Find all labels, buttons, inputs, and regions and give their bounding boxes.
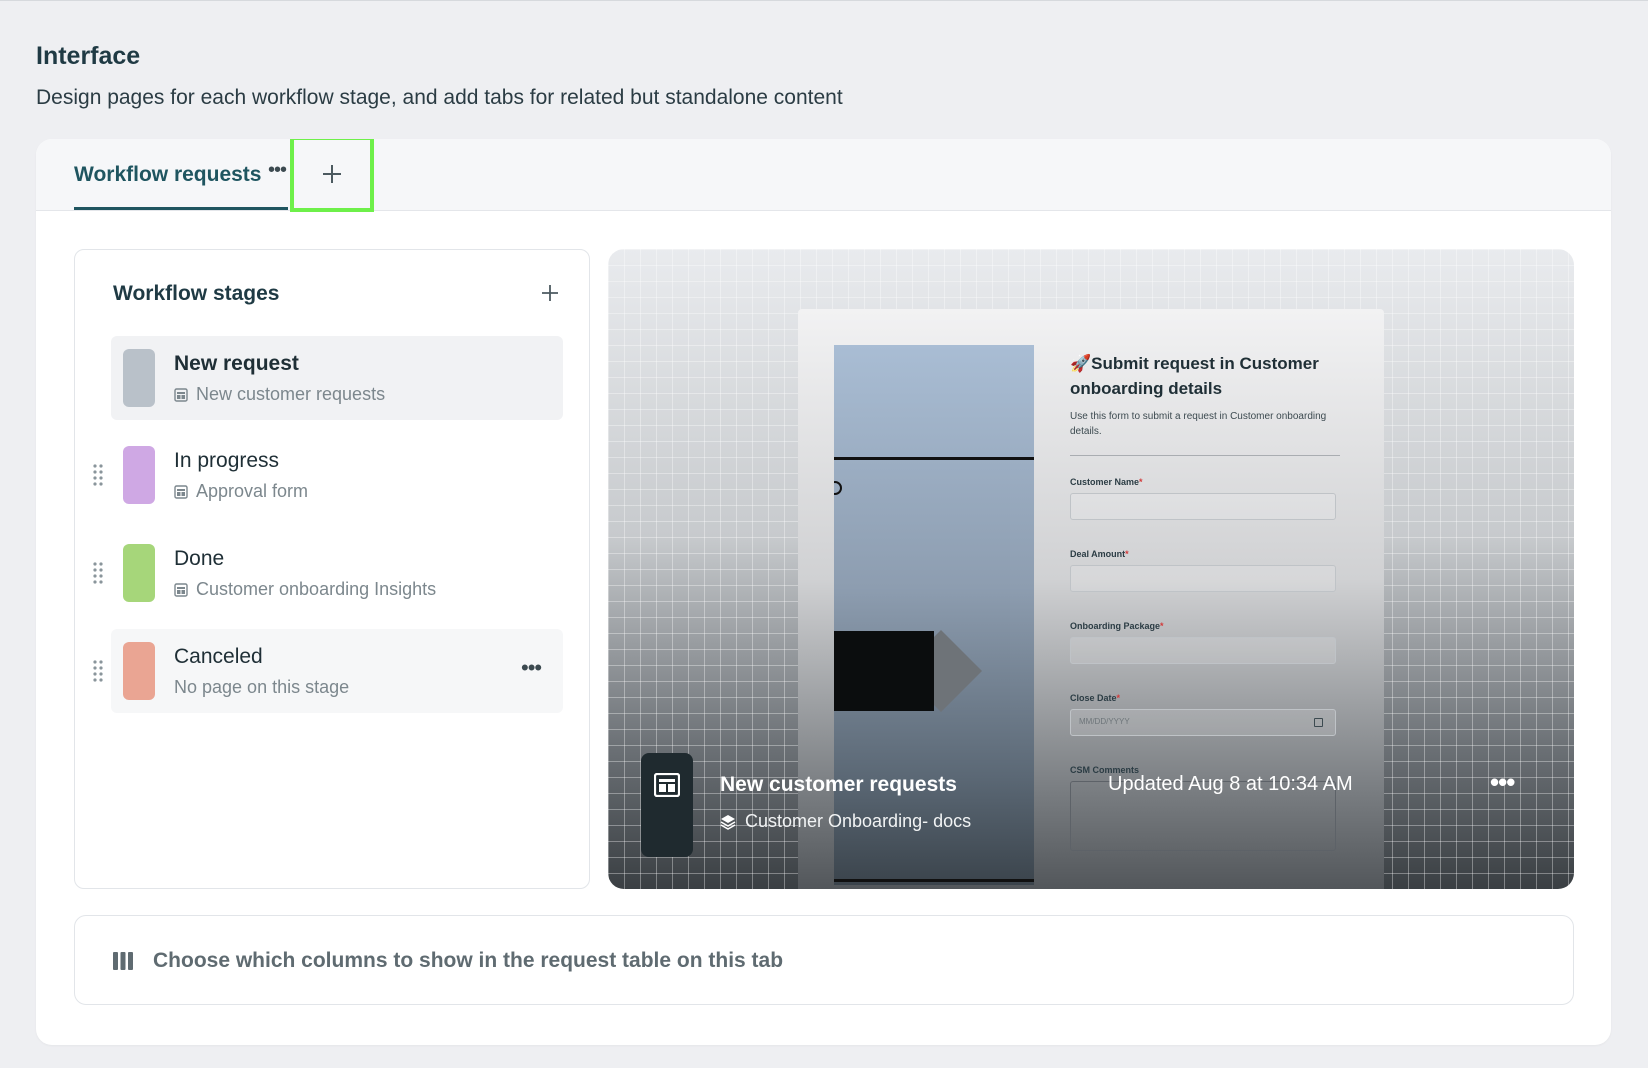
stage-color-swatch: [123, 642, 155, 700]
form-description: Use this form to submit a request in Cus…: [1070, 411, 1327, 437]
customer-name-field: [1070, 493, 1336, 520]
stage-color-swatch: [123, 349, 155, 407]
form-preview-thumbnail: 🚀Submit request in Customer onboarding d…: [798, 309, 1384, 889]
workflow-stages-panel: Workflow stages New request New customer…: [74, 249, 590, 889]
interface-card: Workflow requests ••• Workflow stages Ne…: [36, 139, 1611, 1045]
stage-item-new-request[interactable]: New request New customer requests: [111, 336, 563, 420]
page-type-badge: [641, 753, 693, 857]
preview-source-label: Customer Onboarding- docs: [745, 811, 972, 831]
calendar-icon: [1314, 718, 1323, 727]
plus-icon: [323, 165, 341, 183]
stage-page: New customer requests: [174, 384, 385, 405]
layers-icon: [720, 814, 736, 830]
field-label: Deal Amount*: [1070, 549, 1129, 559]
page-preview-card[interactable]: 🚀Submit request in Customer onboarding d…: [608, 249, 1574, 889]
tab-more-button[interactable]: •••: [268, 159, 287, 182]
field-label: Onboarding Package*: [1070, 621, 1164, 631]
deal-amount-field: [1070, 565, 1336, 592]
preview-updated-timestamp: Updated Aug 8 at 10:34 AM: [1108, 773, 1353, 795]
form-title: 🚀Submit request in Customer onboarding d…: [1070, 354, 1319, 398]
stage-page-label: No page on this stage: [174, 677, 350, 697]
stage-item-canceled[interactable]: Canceled No page on this stage •••: [93, 629, 563, 713]
stage-page-label: New customer requests: [196, 384, 386, 404]
stage-name: Done: [174, 547, 225, 570]
stage-name: Canceled: [174, 645, 263, 668]
top-divider: [0, 0, 1648, 1]
field-label: Customer Name*: [1070, 477, 1143, 487]
field-label: Close Date*: [1070, 693, 1121, 703]
onboarding-package-field: [1070, 637, 1336, 664]
stage-page-label: Customer onboarding Insights: [196, 579, 437, 599]
close-date-placeholder: MM/DD/YYYY: [1079, 717, 1130, 726]
form-cover-image: [834, 345, 1034, 885]
add-stage-button[interactable]: [541, 284, 559, 302]
page-icon: [174, 484, 188, 499]
stage-page-label: Approval form: [196, 481, 309, 501]
stage-color-swatch: [123, 446, 155, 504]
page-subtitle: Design pages for each workflow stage, an…: [36, 86, 843, 109]
close-date-field: MM/DD/YYYY: [1070, 709, 1336, 736]
preview-page-name: New customer requests: [720, 773, 957, 796]
form-preview: 🚀Submit request in Customer onboarding d…: [1070, 351, 1340, 456]
stage-item-done[interactable]: Done Customer onboarding Insights: [93, 531, 563, 615]
stage-name: New request: [174, 352, 299, 375]
page-layout-icon: [654, 773, 680, 797]
drag-handle-icon[interactable]: [93, 463, 103, 487]
page-icon: [174, 582, 188, 597]
preview-source: Customer Onboarding- docs: [720, 811, 971, 832]
stage-item-in-progress[interactable]: In progress Approval form: [93, 433, 563, 517]
tab-bar: Workflow requests •••: [36, 139, 1611, 212]
stage-page: Approval form: [174, 481, 308, 502]
page-icon: [174, 387, 188, 402]
workflow-stages-title: Workflow stages: [113, 282, 280, 305]
stage-name: In progress: [174, 449, 280, 472]
drag-handle-icon[interactable]: [93, 659, 103, 683]
stage-page: Customer onboarding Insights: [174, 579, 436, 600]
choose-columns-button[interactable]: Choose which columns to show in the requ…: [74, 915, 1574, 1005]
page-title: Interface: [36, 42, 141, 70]
tab-workflow-requests[interactable]: Workflow requests: [74, 139, 261, 211]
drag-handle-icon[interactable]: [93, 561, 103, 585]
columns-icon: [113, 952, 133, 970]
choose-columns-label: Choose which columns to show in the requ…: [153, 949, 784, 972]
active-tab-indicator: [74, 207, 288, 210]
preview-more-button[interactable]: •••: [1490, 767, 1515, 798]
add-tab-button[interactable]: [290, 139, 374, 212]
form-divider: [1070, 455, 1340, 456]
stage-more-button[interactable]: •••: [521, 655, 542, 681]
stage-color-swatch: [123, 544, 155, 602]
